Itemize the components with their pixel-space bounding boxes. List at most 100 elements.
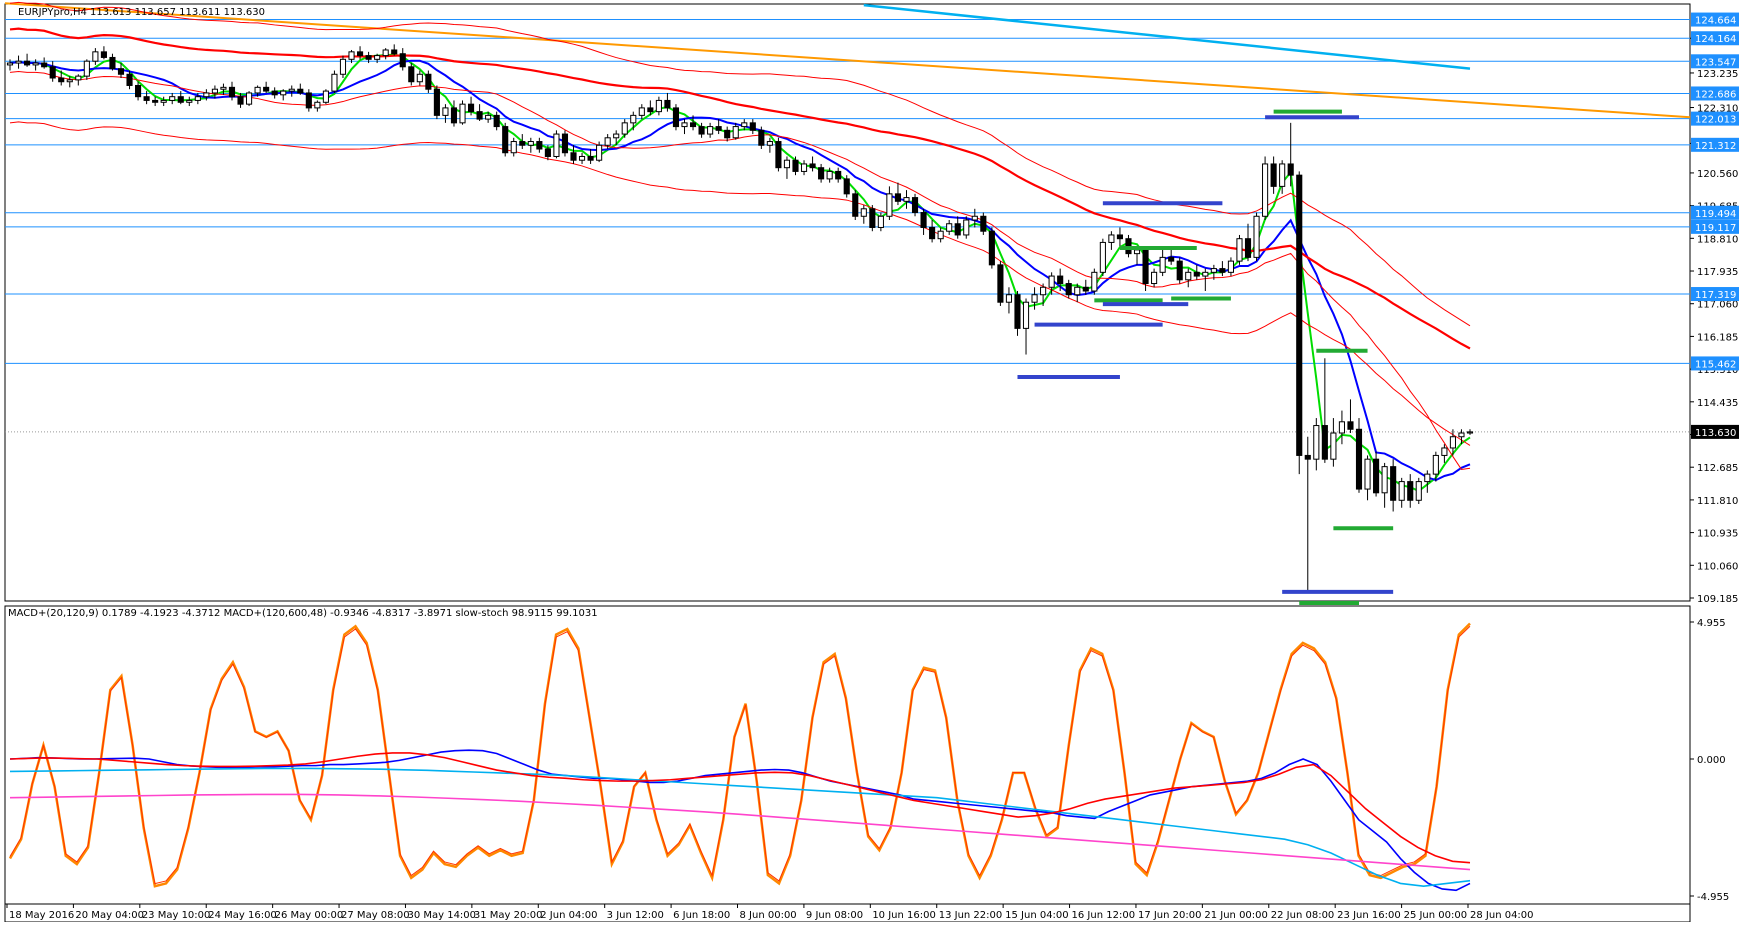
candle-bear (715, 126, 722, 131)
candle-bear (467, 103, 475, 113)
candle-bull (6, 62, 14, 66)
price-axis-label: 112.685 (1697, 463, 1738, 474)
price-axis-label: 118.810 (1697, 234, 1738, 245)
price-level-tag-label: 122.686 (1695, 89, 1736, 100)
time-axis-label: 23 May 10:00 (142, 910, 211, 921)
time-axis-label: 2 Jun 04:00 (540, 910, 597, 921)
candle-bull (1398, 481, 1405, 501)
candle-bull (83, 60, 90, 77)
candle-bull (1432, 454, 1439, 475)
candle-bear (1082, 286, 1089, 292)
trend-cyan-line (863, 3, 1471, 70)
candle-bull (578, 155, 586, 161)
candle-bull (1151, 271, 1158, 285)
price-axis-label: 120.560 (1697, 169, 1738, 180)
signal-magenta-line (9, 793, 1471, 871)
candle-bull (741, 122, 748, 128)
candle-bull (1159, 256, 1166, 273)
price-level-tag-label: 119.117 (1695, 223, 1736, 234)
candle-bear (570, 152, 577, 161)
candle-bear (1390, 466, 1397, 501)
candle-bull (160, 99, 167, 103)
price-axis-label: 117.060 (1697, 300, 1738, 311)
candle-bear (271, 90, 278, 96)
price-axis-label: 123.235 (1697, 69, 1738, 80)
candle-bull (638, 107, 645, 116)
candle-bear (544, 148, 551, 157)
indicator-axis-label: -4.955 (1697, 892, 1729, 903)
candle-bear (869, 208, 876, 228)
candle-bull (655, 99, 662, 113)
candle-bull (937, 230, 944, 240)
candle-bull (800, 163, 808, 172)
candle-bull (1227, 260, 1234, 273)
candle-bull (1415, 481, 1422, 501)
candle-bull (32, 62, 39, 66)
price-axis-label: 110.935 (1697, 529, 1738, 540)
candle-bear (433, 88, 440, 116)
candle-bear (698, 126, 705, 135)
candle-bull (1202, 271, 1209, 277)
candle-bear (1176, 260, 1183, 281)
candle-bear (391, 49, 398, 55)
price-axis-label: 116.185 (1697, 332, 1738, 343)
candle-bear (536, 141, 543, 150)
candle-bull (1364, 458, 1371, 490)
candle-bear (502, 126, 509, 154)
candle-bear (1347, 421, 1354, 430)
candle-bull (1441, 447, 1448, 456)
time-axis-label: 18 May 2016 (9, 910, 74, 921)
candle-bull (186, 99, 193, 103)
candle-bear (1065, 283, 1072, 296)
candle-bull (1279, 163, 1286, 187)
candle-bull (459, 103, 466, 124)
candle-bull (886, 193, 893, 217)
candle-bear (980, 215, 987, 232)
candle-bear (49, 66, 56, 79)
candle-bull (1022, 301, 1030, 329)
candle-bear (305, 92, 312, 109)
time-axis-label: 9 Jun 08:00 (806, 910, 863, 921)
candle-bear (920, 212, 927, 228)
price-axis-label: 111.810 (1697, 496, 1738, 507)
time-axis-label: 3 Jun 12:00 (607, 910, 664, 921)
candle-bear (792, 159, 799, 172)
candle-bear (689, 122, 697, 128)
candle-bull (1185, 271, 1192, 281)
ma-green-line (9, 53, 1471, 493)
candle-bear (664, 99, 671, 109)
stoch-signal-line (9, 625, 1471, 885)
candle-bull (339, 58, 347, 75)
candle-bear (1116, 234, 1124, 240)
time-axis-label: 25 Jun 00:00 (1404, 910, 1468, 921)
candle-bear (1014, 294, 1021, 329)
candle-bull (1262, 163, 1269, 217)
candle-bull (75, 75, 82, 81)
candle-bear (852, 193, 859, 217)
candle-bear (894, 193, 902, 202)
candle-bear (724, 129, 731, 139)
candle-bull (1424, 473, 1431, 483)
candle-bull (510, 141, 517, 154)
indicator-line: MACD+(20,120,9) 0.1789 -4.1923 -4.3712 M… (8, 608, 598, 619)
candle-bear (41, 62, 48, 68)
symbol-line: EURJPYpro,H4 113.613 113.657 113.611 113… (18, 7, 265, 18)
price-level-tag-label: 119.494 (1695, 209, 1736, 220)
time-axis-label: 10 Jun 16:00 (872, 910, 936, 921)
time-axis-label: 20 May 04:00 (75, 910, 144, 921)
candle-bull (1466, 431, 1474, 434)
candle-bear (749, 122, 756, 131)
candle-bull (707, 126, 714, 135)
candle-bull (681, 122, 688, 128)
candle-bear (1270, 163, 1277, 187)
candle-bear (177, 96, 184, 103)
candle-bull (416, 73, 423, 83)
candle-bull (1031, 294, 1038, 303)
candle-bear (1168, 256, 1175, 262)
candle-bear (775, 141, 782, 169)
candle-bear (561, 133, 569, 154)
candle-bull (314, 101, 321, 109)
chart-canvas[interactable]: 124.164123.235122.310121.350120.560119.6… (0, 0, 1743, 923)
ma-red-line (9, 27, 1471, 350)
indicator-axis-label: 4.955 (1697, 618, 1726, 629)
